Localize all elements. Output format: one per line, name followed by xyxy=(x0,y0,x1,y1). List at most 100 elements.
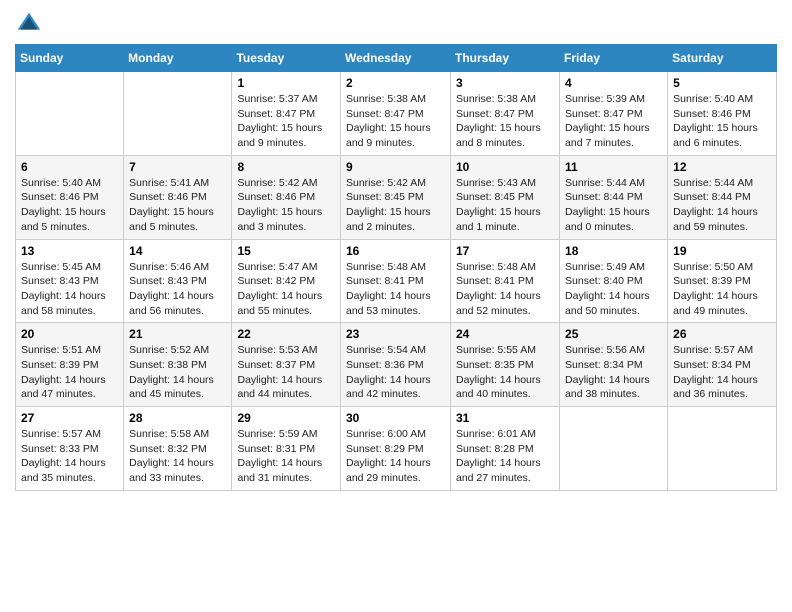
day-number: 30 xyxy=(346,411,445,425)
day-sun-info: Sunrise: 5:48 AMSunset: 8:41 PMDaylight:… xyxy=(346,260,445,319)
calendar-week-row: 6 Sunrise: 5:40 AMSunset: 8:46 PMDaylight… xyxy=(16,155,777,239)
day-number: 9 xyxy=(346,160,445,174)
day-sun-info: Sunrise: 5:48 AMSunset: 8:41 PMDaylight:… xyxy=(456,260,554,319)
calendar-cell: 18 Sunrise: 5:49 AMSunset: 8:40 PMDayligh… xyxy=(560,239,668,323)
day-number: 11 xyxy=(565,160,662,174)
calendar-cell: 27Sunrise: 5:57 AMSunset: 8:33 PMDayligh… xyxy=(16,407,124,491)
day-sun-info: Sunrise: 5:40 AMSunset: 8:46 PMDaylight:… xyxy=(21,176,118,235)
day-number: 6 xyxy=(21,160,118,174)
day-sun-info: Sunrise: 5:44 AMSunset: 8:44 PMDaylight:… xyxy=(673,176,771,235)
day-of-week-header: Sunday xyxy=(16,45,124,72)
calendar-cell: 1 Sunrise: 5:37 AMSunset: 8:47 PMDaylight… xyxy=(232,72,341,156)
day-sun-info: Sunrise: 5:42 AMSunset: 8:45 PMDaylight:… xyxy=(346,176,445,235)
day-number: 29 xyxy=(237,411,335,425)
day-number: 17 xyxy=(456,244,554,258)
calendar-cell: 30 Sunrise: 6:00 AMSunset: 8:29 PMDayligh… xyxy=(341,407,451,491)
calendar-cell: 9 Sunrise: 5:42 AMSunset: 8:45 PMDaylight… xyxy=(341,155,451,239)
day-sun-info: Sunrise: 6:01 AMSunset: 8:28 PMDaylight:… xyxy=(456,427,554,486)
day-number: 24 xyxy=(456,327,554,341)
calendar-cell xyxy=(124,72,232,156)
day-of-week-header: Tuesday xyxy=(232,45,341,72)
calendar-cell: 17 Sunrise: 5:48 AMSunset: 8:41 PMDayligh… xyxy=(451,239,560,323)
calendar-cell: 12Sunrise: 5:44 AMSunset: 8:44 PMDayligh… xyxy=(668,155,777,239)
day-number: 4 xyxy=(565,76,662,90)
calendar-cell: 11Sunrise: 5:44 AMSunset: 8:44 PMDayligh… xyxy=(560,155,668,239)
day-number: 23 xyxy=(346,327,445,341)
calendar-cell: 26 Sunrise: 5:57 AMSunset: 8:34 PMDayligh… xyxy=(668,323,777,407)
day-number: 16 xyxy=(346,244,445,258)
day-sun-info: Sunrise: 5:46 AMSunset: 8:43 PMDaylight:… xyxy=(129,260,226,319)
day-sun-info: Sunrise: 5:38 AMSunset: 8:47 PMDaylight:… xyxy=(456,92,554,151)
calendar-cell: 10 Sunrise: 5:43 AMSunset: 8:45 PMDayligh… xyxy=(451,155,560,239)
calendar-cell xyxy=(16,72,124,156)
day-sun-info: Sunrise: 5:57 AMSunset: 8:34 PMDaylight:… xyxy=(673,343,771,402)
calendar-cell: 8Sunrise: 5:42 AMSunset: 8:46 PMDaylight… xyxy=(232,155,341,239)
day-number: 15 xyxy=(237,244,335,258)
logo-icon xyxy=(15,10,43,38)
calendar-cell: 28 Sunrise: 5:58 AMSunset: 8:32 PMDayligh… xyxy=(124,407,232,491)
day-number: 28 xyxy=(129,411,226,425)
day-sun-info: Sunrise: 5:47 AMSunset: 8:42 PMDaylight:… xyxy=(237,260,335,319)
calendar-week-row: 1 Sunrise: 5:37 AMSunset: 8:47 PMDaylight… xyxy=(16,72,777,156)
calendar: SundayMondayTuesdayWednesdayThursdayFrid… xyxy=(15,44,777,491)
calendar-cell: 19Sunrise: 5:50 AMSunset: 8:39 PMDayligh… xyxy=(668,239,777,323)
day-sun-info: Sunrise: 5:56 AMSunset: 8:34 PMDaylight:… xyxy=(565,343,662,402)
calendar-cell: 15 Sunrise: 5:47 AMSunset: 8:42 PMDayligh… xyxy=(232,239,341,323)
day-sun-info: Sunrise: 5:45 AMSunset: 8:43 PMDaylight:… xyxy=(21,260,118,319)
day-number: 26 xyxy=(673,327,771,341)
day-number: 13 xyxy=(21,244,118,258)
day-of-week-header: Friday xyxy=(560,45,668,72)
calendar-header-row: SundayMondayTuesdayWednesdayThursdayFrid… xyxy=(16,45,777,72)
calendar-cell xyxy=(668,407,777,491)
calendar-cell: 2 Sunrise: 5:38 AMSunset: 8:47 PMDaylight… xyxy=(341,72,451,156)
day-of-week-header: Saturday xyxy=(668,45,777,72)
day-sun-info: Sunrise: 5:42 AMSunset: 8:46 PMDaylight:… xyxy=(237,176,335,235)
calendar-cell: 6 Sunrise: 5:40 AMSunset: 8:46 PMDaylight… xyxy=(16,155,124,239)
calendar-cell: 5Sunrise: 5:40 AMSunset: 8:46 PMDaylight… xyxy=(668,72,777,156)
calendar-cell: 20 Sunrise: 5:51 AMSunset: 8:39 PMDayligh… xyxy=(16,323,124,407)
calendar-cell: 23Sunrise: 5:54 AMSunset: 8:36 PMDayligh… xyxy=(341,323,451,407)
day-sun-info: Sunrise: 5:58 AMSunset: 8:32 PMDaylight:… xyxy=(129,427,226,486)
calendar-cell: 14 Sunrise: 5:46 AMSunset: 8:43 PMDayligh… xyxy=(124,239,232,323)
logo xyxy=(15,10,47,38)
day-of-week-header: Thursday xyxy=(451,45,560,72)
day-number: 2 xyxy=(346,76,445,90)
day-sun-info: Sunrise: 5:43 AMSunset: 8:45 PMDaylight:… xyxy=(456,176,554,235)
calendar-cell: 29 Sunrise: 5:59 AMSunset: 8:31 PMDayligh… xyxy=(232,407,341,491)
calendar-cell: 3Sunrise: 5:38 AMSunset: 8:47 PMDaylight… xyxy=(451,72,560,156)
calendar-cell: 24 Sunrise: 5:55 AMSunset: 8:35 PMDayligh… xyxy=(451,323,560,407)
day-number: 25 xyxy=(565,327,662,341)
day-sun-info: Sunrise: 5:53 AMSunset: 8:37 PMDaylight:… xyxy=(237,343,335,402)
calendar-cell: 21Sunrise: 5:52 AMSunset: 8:38 PMDayligh… xyxy=(124,323,232,407)
calendar-cell: 31 Sunrise: 6:01 AMSunset: 8:28 PMDayligh… xyxy=(451,407,560,491)
day-number: 7 xyxy=(129,160,226,174)
day-sun-info: Sunrise: 5:37 AMSunset: 8:47 PMDaylight:… xyxy=(237,92,335,151)
day-sun-info: Sunrise: 5:41 AMSunset: 8:46 PMDaylight:… xyxy=(129,176,226,235)
day-sun-info: Sunrise: 5:51 AMSunset: 8:39 PMDaylight:… xyxy=(21,343,118,402)
day-number: 1 xyxy=(237,76,335,90)
day-sun-info: Sunrise: 6:00 AMSunset: 8:29 PMDaylight:… xyxy=(346,427,445,486)
calendar-cell: 13 Sunrise: 5:45 AMSunset: 8:43 PMDayligh… xyxy=(16,239,124,323)
day-number: 19 xyxy=(673,244,771,258)
day-number: 18 xyxy=(565,244,662,258)
day-sun-info: Sunrise: 5:49 AMSunset: 8:40 PMDaylight:… xyxy=(565,260,662,319)
calendar-cell: 7 Sunrise: 5:41 AMSunset: 8:46 PMDaylight… xyxy=(124,155,232,239)
calendar-cell: 4 Sunrise: 5:39 AMSunset: 8:47 PMDaylight… xyxy=(560,72,668,156)
day-sun-info: Sunrise: 5:38 AMSunset: 8:47 PMDaylight:… xyxy=(346,92,445,151)
day-sun-info: Sunrise: 5:55 AMSunset: 8:35 PMDaylight:… xyxy=(456,343,554,402)
day-number: 20 xyxy=(21,327,118,341)
day-number: 14 xyxy=(129,244,226,258)
calendar-week-row: 20 Sunrise: 5:51 AMSunset: 8:39 PMDayligh… xyxy=(16,323,777,407)
calendar-cell: 16 Sunrise: 5:48 AMSunset: 8:41 PMDayligh… xyxy=(341,239,451,323)
day-sun-info: Sunrise: 5:59 AMSunset: 8:31 PMDaylight:… xyxy=(237,427,335,486)
day-number: 22 xyxy=(237,327,335,341)
calendar-week-row: 13 Sunrise: 5:45 AMSunset: 8:43 PMDayligh… xyxy=(16,239,777,323)
day-of-week-header: Monday xyxy=(124,45,232,72)
day-sun-info: Sunrise: 5:39 AMSunset: 8:47 PMDaylight:… xyxy=(565,92,662,151)
calendar-cell xyxy=(560,407,668,491)
calendar-cell: 25 Sunrise: 5:56 AMSunset: 8:34 PMDayligh… xyxy=(560,323,668,407)
day-number: 31 xyxy=(456,411,554,425)
page-header xyxy=(15,10,777,38)
day-number: 10 xyxy=(456,160,554,174)
day-sun-info: Sunrise: 5:52 AMSunset: 8:38 PMDaylight:… xyxy=(129,343,226,402)
